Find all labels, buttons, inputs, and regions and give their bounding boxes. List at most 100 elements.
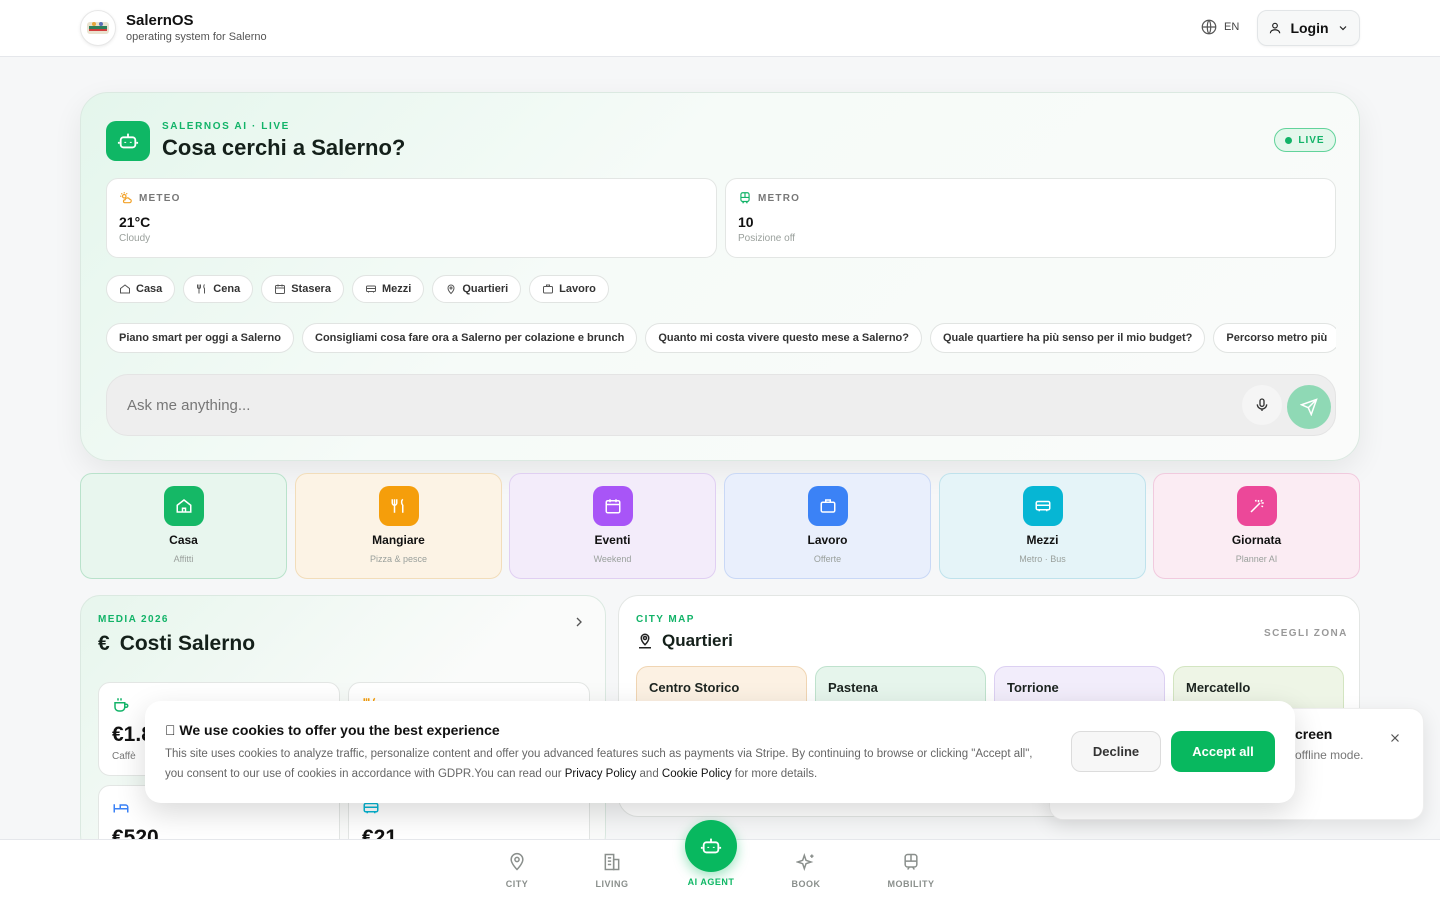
quick-chips: Casa Cena Stasera Mezzi Quartieri Lavoro xyxy=(106,275,609,303)
nav-ai-agent-button[interactable] xyxy=(685,820,737,872)
toast-sub: offline mode. xyxy=(1295,748,1364,762)
accept-all-button[interactable]: Accept all xyxy=(1171,731,1275,772)
chip-lavoro[interactable]: Lavoro xyxy=(529,275,609,303)
privacy-policy-link[interactable]: Privacy Policy xyxy=(565,768,637,780)
hero-title: Cosa cerchi a Salerno? xyxy=(162,135,406,160)
category-sub: Weekend xyxy=(593,554,632,564)
close-icon[interactable] xyxy=(1388,731,1402,750)
chip-quartieri[interactable]: Quartieri xyxy=(432,275,522,303)
category-eventi[interactable]: Eventi Weekend xyxy=(509,473,716,579)
nav-mobility[interactable]: MOBILITY xyxy=(871,852,951,889)
robot-icon xyxy=(106,121,150,161)
chip-label: Casa xyxy=(136,283,163,295)
nav-ai-label: AI AGENT xyxy=(687,877,735,887)
nav-book[interactable]: BOOK xyxy=(766,852,846,889)
suggestion-chip[interactable]: Quanto mi costa vivere questo mese a Sal… xyxy=(645,323,922,353)
brand-name: SalernOS xyxy=(126,12,194,29)
cookie-banner: 􏰀 We use cookies to offer you the best e… xyxy=(145,701,1295,803)
ask-input[interactable] xyxy=(127,389,1207,421)
chip-label: Cena xyxy=(213,283,241,295)
globe-icon xyxy=(1201,19,1217,35)
chip-stasera[interactable]: Stasera xyxy=(261,275,344,303)
nav-city[interactable]: CITY xyxy=(477,852,557,889)
microphone-icon xyxy=(1256,398,1268,411)
nav-label: LIVING xyxy=(595,879,629,889)
suggestion-chip[interactable]: Piano smart per oggi a Salerno xyxy=(106,323,294,353)
category-casa[interactable]: Casa Affitti xyxy=(80,473,287,579)
map-pin-icon xyxy=(510,852,524,871)
cookie-policy-link[interactable]: Cookie Policy xyxy=(662,768,732,780)
category-giornata[interactable]: Giornata Planner AI xyxy=(1153,473,1360,579)
live-badge: LIVE xyxy=(1274,128,1336,152)
category-sub: Offerte xyxy=(813,554,842,564)
chip-cena[interactable]: Cena xyxy=(183,275,254,303)
toast-title: creen xyxy=(1295,726,1333,742)
nav-label: MOBILITY xyxy=(887,879,935,889)
coffee-icon xyxy=(112,696,130,719)
brand-subtitle: operating system for Salerno xyxy=(126,31,267,43)
live-dot-icon xyxy=(1285,136,1293,144)
metro-sub: Posizione off xyxy=(738,233,796,244)
hero-kicker: SALERNOS AI · LIVE xyxy=(162,121,290,132)
train-icon xyxy=(740,192,750,204)
choose-zone-link[interactable]: SCEGLI ZONA xyxy=(1264,628,1348,639)
chip-label: Mezzi xyxy=(381,283,412,295)
cookie-text: for more details. xyxy=(731,768,818,780)
ask-box xyxy=(106,374,1336,436)
weather-label: METEO xyxy=(139,192,181,204)
suggestion-chip[interactable]: Consigliami cosa fare ora a Salerno per … xyxy=(302,323,638,353)
chip-label: Lavoro xyxy=(559,283,596,295)
chip-mezzi[interactable]: Mezzi xyxy=(351,275,425,303)
train-icon xyxy=(904,853,918,870)
ai-assistant-panel: SALERNOS AI · LIVE Cosa cerchi a Salerno… xyxy=(80,92,1360,461)
briefcase-icon xyxy=(807,486,848,526)
suggestion-chip[interactable]: Quale quartiere ha più senso per il mio … xyxy=(929,323,1206,353)
nav-label: BOOK xyxy=(791,879,821,889)
suggestion-list: Piano smart per oggi a Salerno Consiglia… xyxy=(106,323,1336,355)
login-button[interactable]: Login xyxy=(1257,10,1360,46)
category-mezzi[interactable]: Mezzi Metro · Bus xyxy=(939,473,1146,579)
cookie-text: and xyxy=(636,768,662,780)
nav-living[interactable]: LIVING xyxy=(572,852,652,889)
user-icon xyxy=(1270,22,1281,34)
category-mangiare[interactable]: Mangiare Pizza & pesce xyxy=(295,473,502,579)
suggestion-chip[interactable]: Percorso metro più xyxy=(1213,323,1336,353)
briefcase-icon xyxy=(543,284,554,294)
category-sub: Planner AI xyxy=(1235,554,1278,564)
live-label: LIVE xyxy=(1298,134,1325,146)
send-button[interactable] xyxy=(1287,385,1331,429)
euro-icon: € xyxy=(98,632,110,655)
home-icon xyxy=(120,284,130,294)
chevron-right-icon[interactable] xyxy=(571,614,587,635)
category-lavoro[interactable]: Lavoro Offerte xyxy=(724,473,931,579)
language-switcher[interactable]: EN xyxy=(1200,18,1239,36)
salernos-logo[interactable] xyxy=(80,10,116,46)
category-title: Giornata xyxy=(1231,533,1282,547)
send-icon xyxy=(1300,398,1318,416)
chip-casa[interactable]: Casa xyxy=(106,275,176,303)
chip-label: Quartieri xyxy=(462,283,509,295)
logo-image-icon xyxy=(87,22,109,34)
language-label: EN xyxy=(1224,21,1240,33)
utensils-icon xyxy=(378,486,419,526)
sun-cloud-icon xyxy=(120,192,132,204)
microphone-button[interactable] xyxy=(1242,385,1282,425)
category-sub: Affitti xyxy=(173,554,194,564)
building-icon xyxy=(604,853,620,871)
robot-icon xyxy=(700,838,722,854)
category-title: Mangiare xyxy=(372,533,425,547)
decline-button[interactable]: Decline xyxy=(1071,731,1161,772)
map-pin-icon xyxy=(447,284,455,295)
category-sub: Metro · Bus xyxy=(1019,554,1066,564)
weather-sub: Cloudy xyxy=(119,233,151,244)
login-label: Login xyxy=(1290,20,1329,36)
cost-label: Caffè xyxy=(112,751,136,762)
map-title: Quartieri xyxy=(662,631,733,650)
calendar-icon xyxy=(592,486,633,526)
home-icon xyxy=(163,486,204,526)
category-title: Casa xyxy=(169,533,198,547)
category-title: Eventi xyxy=(594,533,631,547)
metro-value: 10 xyxy=(738,214,754,230)
weather-card[interactable]: METEO 21°C Cloudy xyxy=(106,178,717,258)
metro-card[interactable]: METRO 10 Posizione off xyxy=(725,178,1336,258)
